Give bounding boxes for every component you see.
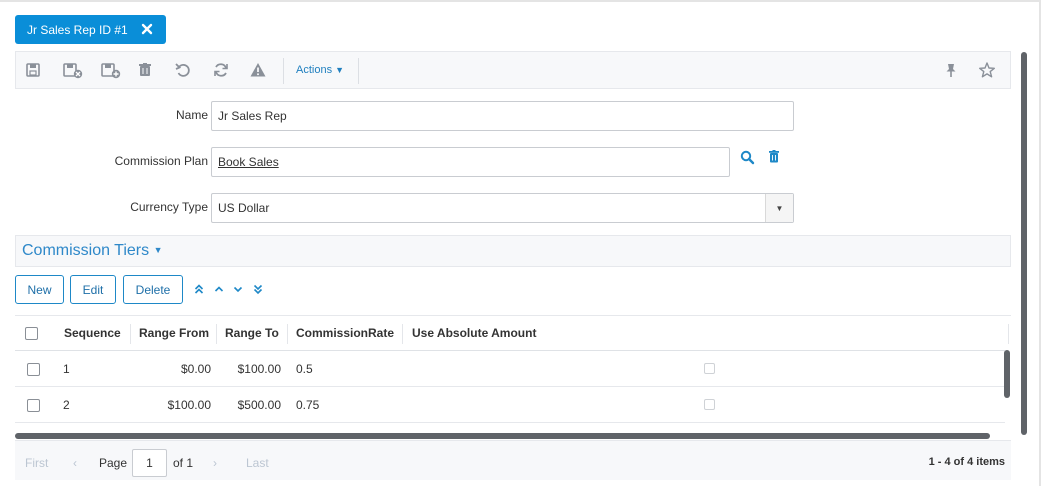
section-title[interactable]: Commission Tiers ▼ xyxy=(22,242,163,260)
caret-down-icon: ▼ xyxy=(775,203,784,213)
grid-vertical-scrollbar[interactable] xyxy=(1004,350,1010,398)
table-row[interactable]: 2 $100.00 $500.00 0.75 xyxy=(15,387,1005,423)
page-count: of 1 xyxy=(173,456,194,470)
column-separator xyxy=(287,324,288,344)
clear-trash-icon[interactable] xyxy=(767,149,781,164)
grid-horizontal-scrollbar[interactable] xyxy=(15,433,990,439)
commission-tiers-grid: Sequence Range From Range To CommissionR… xyxy=(15,315,1011,437)
record-tab[interactable]: Jr Sales Rep ID #1 xyxy=(15,15,166,44)
use-absolute-amount-checkbox xyxy=(704,399,715,410)
name-field[interactable]: Jr Sales Rep xyxy=(211,101,794,131)
cell-sequence: 1 xyxy=(63,362,70,376)
grid-pager: First ‹ Page 1 of 1 › Last 1 - 4 of 4 it… xyxy=(15,440,1011,480)
actions-label: Actions xyxy=(296,64,333,76)
toolbar: Actions ▼ xyxy=(15,51,1011,89)
cell-range-to: $500.00 xyxy=(237,398,281,412)
use-absolute-amount-checkbox xyxy=(704,363,715,374)
commission-plan-label: Commission Plan xyxy=(114,154,208,168)
warning-icon[interactable] xyxy=(249,61,267,79)
row-checkbox[interactable] xyxy=(27,363,40,376)
cell-sequence: 2 xyxy=(63,398,70,412)
select-dropdown-button[interactable]: ▼ xyxy=(765,194,793,222)
column-separator xyxy=(216,324,217,344)
search-icon[interactable] xyxy=(740,150,755,165)
save-icon[interactable] xyxy=(24,61,42,79)
column-header-sequence[interactable]: Sequence xyxy=(64,326,121,340)
toolbar-separator xyxy=(358,58,359,84)
column-separator xyxy=(402,324,403,344)
last-page-link[interactable]: Last xyxy=(246,456,269,470)
column-header-use-absolute-amount[interactable]: Use Absolute Amount xyxy=(412,326,536,340)
cell-commission-rate: 0.75 xyxy=(296,398,320,412)
page-label: Page xyxy=(99,456,128,470)
column-header-range-from[interactable]: Range From xyxy=(139,326,209,340)
star-icon[interactable] xyxy=(978,61,996,79)
row-checkbox[interactable] xyxy=(27,399,40,412)
tab-title: Jr Sales Rep ID #1 xyxy=(27,22,128,37)
edit-button[interactable]: Edit xyxy=(70,275,116,304)
cell-range-to: $100.00 xyxy=(237,362,281,376)
refresh-icon[interactable] xyxy=(212,61,230,79)
column-separator xyxy=(1008,324,1009,344)
caret-down-icon: ▼ xyxy=(153,245,163,255)
column-separator xyxy=(130,324,131,344)
first-page-link[interactable]: First xyxy=(25,456,48,470)
actions-menu[interactable]: Actions ▼ xyxy=(296,64,344,76)
name-value: Jr Sales Rep xyxy=(218,109,287,123)
move-down-icon[interactable] xyxy=(231,281,245,297)
caret-down-icon: ▼ xyxy=(335,65,345,75)
name-label: Name xyxy=(175,108,208,122)
prev-page-chevron-icon[interactable]: ‹ xyxy=(73,456,77,470)
currency-type-value: US Dollar xyxy=(218,201,270,215)
delete-button[interactable]: Delete xyxy=(123,275,183,304)
currency-type-label: Currency Type xyxy=(130,200,208,214)
move-up-icon[interactable] xyxy=(212,281,226,297)
column-header-commission-rate[interactable]: CommissionRate xyxy=(296,326,394,340)
page-number-input[interactable]: 1 xyxy=(132,449,167,477)
commission-plan-value: Book Sales xyxy=(218,155,279,169)
undo-icon[interactable] xyxy=(174,61,192,79)
top-border xyxy=(0,0,1041,2)
currency-type-select[interactable]: US Dollar ▼ xyxy=(211,193,794,223)
trash-icon[interactable] xyxy=(136,61,154,79)
toolbar-separator xyxy=(283,58,284,84)
cell-commission-rate: 0.5 xyxy=(296,362,313,376)
next-page-chevron-icon[interactable]: › xyxy=(213,456,217,470)
commission-tiers-section: Commission Tiers ▼ xyxy=(15,235,1011,267)
table-row[interactable]: 1 $0.00 $100.00 0.5 xyxy=(15,351,1005,387)
new-button[interactable]: New xyxy=(15,275,64,304)
move-to-top-icon[interactable] xyxy=(192,281,206,297)
cell-range-from: $100.00 xyxy=(167,398,211,412)
commission-tiers-title: Commission Tiers xyxy=(22,242,150,259)
close-icon[interactable] xyxy=(140,22,154,36)
save-and-add-icon[interactable] xyxy=(100,61,122,79)
move-to-bottom-icon[interactable] xyxy=(251,281,265,297)
save-and-new-icon[interactable] xyxy=(62,61,84,79)
select-all-checkbox[interactable] xyxy=(25,327,38,340)
grid-header: Sequence Range From Range To CommissionR… xyxy=(15,316,1009,351)
cell-range-from: $0.00 xyxy=(180,362,211,376)
pin-icon[interactable] xyxy=(942,61,960,79)
commission-plan-field[interactable]: Book Sales xyxy=(211,147,730,177)
page-scrollbar[interactable] xyxy=(1021,52,1027,435)
column-header-range-to[interactable]: Range To xyxy=(225,326,279,340)
items-summary: 1 - 4 of 4 items xyxy=(928,456,1005,468)
